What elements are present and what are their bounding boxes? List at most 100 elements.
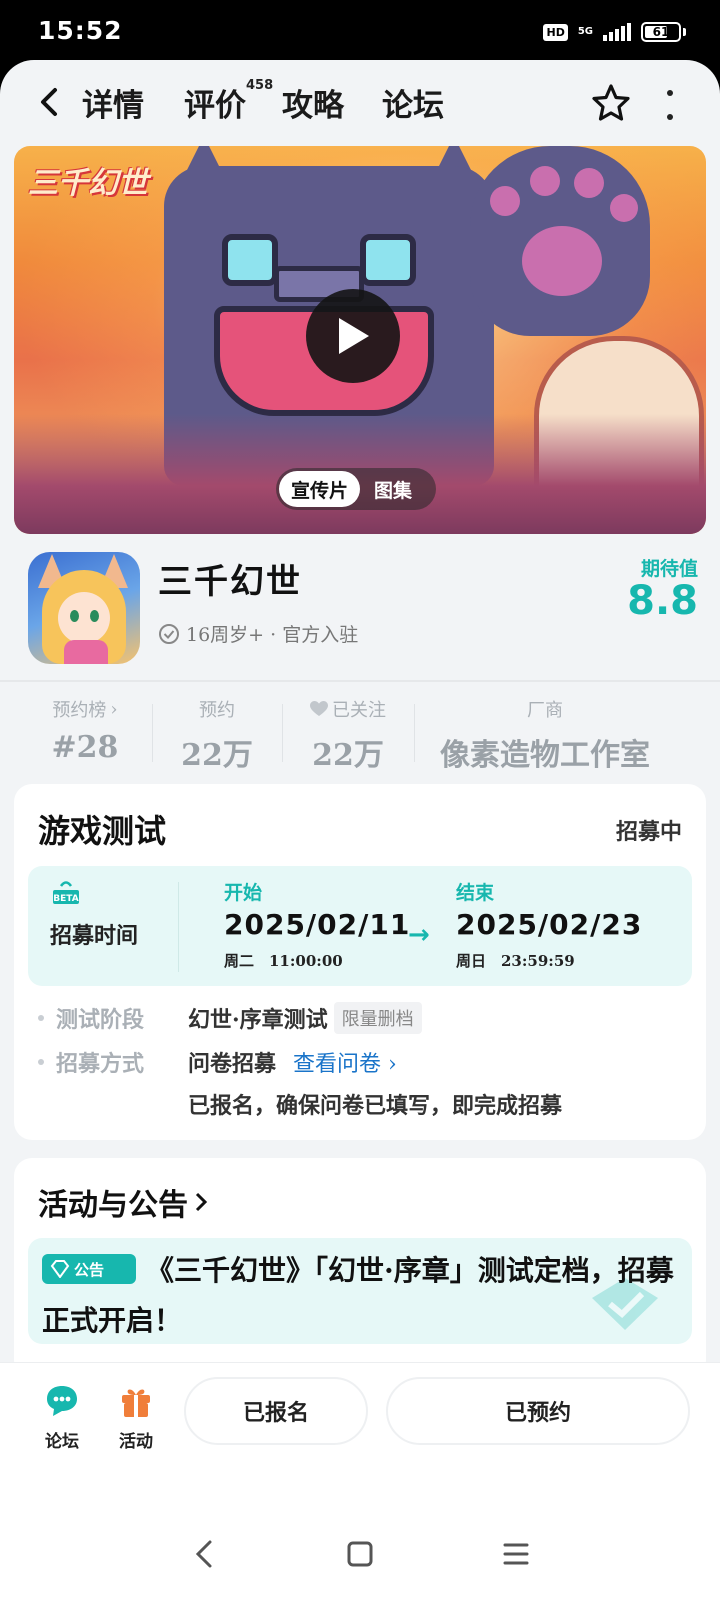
gift-icon	[122, 1389, 150, 1417]
reviews-count-badge: 458	[246, 78, 274, 93]
stat-follow: 已关注 22万	[296, 696, 400, 774]
beta-icon: BETA	[53, 881, 79, 904]
system-home-button[interactable]	[340, 1534, 380, 1574]
tab-forum[interactable]: 论坛	[382, 80, 444, 125]
verified-check-icon	[159, 623, 179, 644]
expect-label: 期待值	[640, 558, 698, 580]
tab-details[interactable]: 详情	[78, 80, 148, 125]
status-icons: HD 5G 61	[543, 22, 686, 42]
bullet	[38, 1015, 44, 1021]
reserve-label: 预约	[199, 700, 235, 721]
favorite-button[interactable]	[590, 82, 632, 124]
star-icon	[592, 84, 630, 121]
tab-reviews[interactable]: 评价	[184, 80, 246, 125]
test-title: 游戏测试	[38, 812, 167, 850]
stat-divider	[282, 704, 283, 762]
game-logo: 三千幻世	[28, 166, 148, 201]
cat-eye-left	[222, 234, 278, 286]
recruit-time-box: BETA 招募时间 开始 2025/02/11 周二 11:00:00 → 结束…	[28, 866, 692, 986]
status-bar: 15:52 HD 5G 61	[0, 0, 720, 62]
media-tab-gallery[interactable]: 图集	[374, 476, 412, 503]
phase-label: 测试阶段	[56, 1007, 145, 1033]
app-icon	[28, 552, 140, 664]
signal-icon	[603, 23, 631, 41]
home-square-icon	[347, 1541, 373, 1567]
recruit-status: 招募中	[615, 819, 682, 845]
app-info: 三千幻世 16周岁+ · 官方入驻 期待值 8.8	[0, 534, 720, 680]
media-banner[interactable]: 三千幻世 宣传片 图集	[14, 146, 706, 534]
recruit-time-label: 招募时间	[50, 923, 139, 949]
battery-icon: 61	[641, 22, 681, 42]
vendor-value: 像素造物工作室	[440, 738, 650, 773]
forum-button[interactable]: 论坛	[32, 1383, 92, 1452]
tab-guides[interactable]: 攻略	[282, 80, 344, 125]
activity-button[interactable]: 活动	[106, 1383, 166, 1452]
more-dot	[667, 114, 673, 120]
stat-vendor[interactable]: 厂商 像素造物工作室	[428, 696, 662, 774]
phase-tag: 限量删档	[333, 1002, 422, 1034]
expect-score: 8.8	[627, 578, 698, 624]
system-nav-bar	[0, 1502, 720, 1601]
battery-level: 61	[652, 25, 670, 39]
back-arrow-icon	[41, 88, 57, 116]
method-label: 招募方式	[56, 1051, 145, 1077]
announcement-title: 活动与公告	[38, 1188, 188, 1223]
method-value: 问卷招募	[188, 1051, 277, 1077]
announcement-header[interactable]: 活动与公告	[38, 1180, 208, 1224]
game-test-card: 游戏测试 招募中 BETA 招募时间 开始 2025/02/11 周二 11:0…	[14, 784, 706, 1140]
play-button[interactable]	[306, 289, 400, 383]
hd-badge: HD	[543, 23, 568, 41]
system-menu-button[interactable]	[496, 1534, 536, 1574]
chevron-right-icon: ›	[110, 698, 118, 720]
follow-label: 已关注	[332, 700, 386, 721]
reserve-value: 22万	[181, 738, 253, 773]
play-icon	[339, 318, 369, 354]
follow-value: 22万	[312, 738, 384, 773]
forum-chat-icon	[47, 1386, 77, 1416]
cat-paw	[470, 146, 650, 336]
stat-reserve: 预约 22万	[172, 696, 262, 774]
age-rating-text: 16周岁+ · 官方入驻	[186, 624, 359, 646]
reserved-button[interactable]: 已预约	[386, 1377, 690, 1445]
method-content: 问卷招募 查看问卷 › 已报名，确保问卷已填写，即完成招募	[188, 1046, 562, 1120]
start-label: 开始	[224, 882, 263, 904]
bullet	[38, 1059, 44, 1065]
menu-lines-icon	[503, 1543, 529, 1565]
app-name: 三千幻世	[158, 562, 302, 602]
more-dot	[667, 90, 673, 96]
heart-icon	[310, 701, 328, 716]
phase-value: 幻世·序章测试	[188, 1007, 328, 1033]
activity-label: 活动	[119, 1432, 153, 1452]
system-back-button[interactable]	[184, 1534, 224, 1574]
end-time: 周日 23:59:59	[456, 952, 575, 970]
media-tab-trailer[interactable]: 宣传片	[279, 471, 361, 507]
bottom-action-bar: 论坛 活动 已报名 已预约	[0, 1362, 720, 1502]
chevron-right-icon	[195, 1192, 208, 1212]
announcement-text: 《三千幻世》「幻世·序章」测试定档，招募正式开启！	[42, 1254, 674, 1337]
media-tabs: 宣传片 图集	[276, 468, 436, 510]
stat-rank[interactable]: 预约榜 › #28	[40, 696, 130, 766]
app-meta: 16周岁+ · 官方入驻	[158, 620, 358, 647]
view-survey-link[interactable]: 查看问卷 ›	[293, 1052, 397, 1077]
start-time: 周二 11:00:00	[224, 952, 343, 970]
stat-divider	[152, 704, 153, 762]
forum-label: 论坛	[45, 1432, 79, 1452]
vendor-label: 厂商	[527, 700, 563, 721]
arrow-right-icon: →	[408, 920, 430, 950]
announcement-item[interactable]: 公告 《三千幻世》「幻世·序章」测试定档，招募正式开启！	[28, 1238, 692, 1344]
top-nav: 详情 评价 458 攻略 论坛	[0, 60, 720, 146]
end-label: 结束	[456, 882, 495, 904]
status-time: 15:52	[38, 16, 123, 45]
cat-eye-right	[360, 234, 416, 286]
back-button[interactable]	[30, 82, 66, 122]
rank-value: #28	[51, 730, 119, 765]
stats-row: 预约榜 › #28 预约 22万 已关注 22万 厂商 像素造物工作室	[0, 690, 720, 780]
announcement-card: 活动与公告 公告 《三千幻世》「幻世·序章」测试定档，招募正式开启！	[14, 1158, 706, 1378]
time-divider	[178, 882, 179, 972]
start-date: 2025/02/11	[224, 908, 411, 941]
method-note: 已报名，确保问卷已填写，即完成招募	[188, 1093, 563, 1119]
more-button[interactable]	[660, 90, 680, 120]
signed-up-button[interactable]: 已报名	[184, 1377, 368, 1445]
stat-divider	[414, 704, 415, 762]
beta-text: BETA	[53, 894, 78, 904]
